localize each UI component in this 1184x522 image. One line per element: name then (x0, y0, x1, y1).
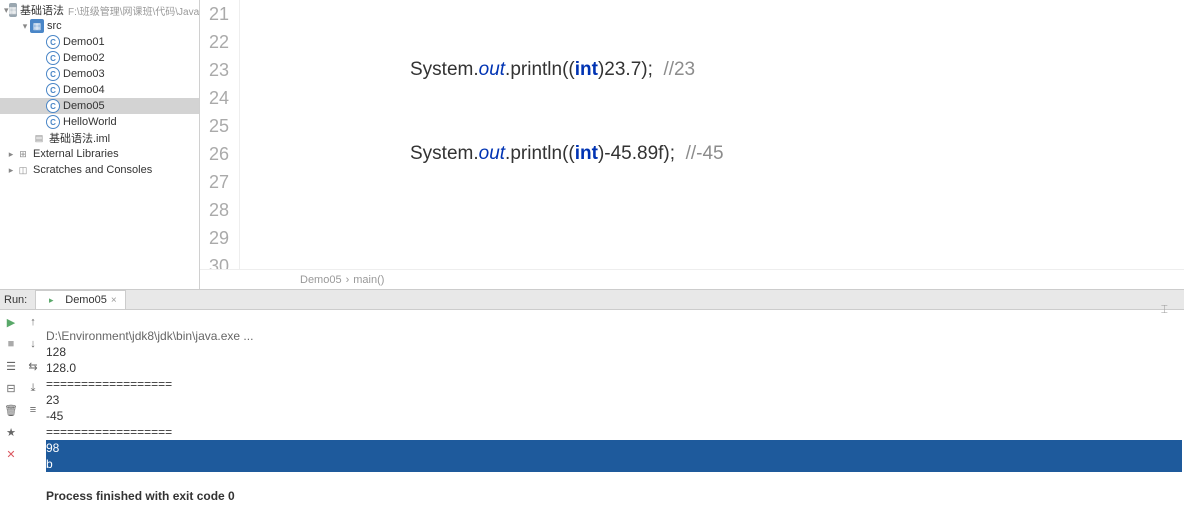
scroll-button[interactable]: ⤓ (25, 380, 41, 396)
line-number: 27 (200, 168, 229, 196)
project-path: F:\班级管理\网课班\代码\JavaSE\基础 (68, 3, 200, 18)
scratch-icon: ◫ (16, 163, 30, 177)
code-text: )23.7); (598, 59, 663, 80)
editor: 21 22 23 24 25 26 27 28 29 30 System.out… (200, 0, 1184, 289)
tree-item-demo02[interactable]: CDemo02 (0, 50, 199, 66)
run-tab-label: Demo05 (65, 294, 107, 306)
library-icon: ⊞ (16, 147, 30, 161)
breadcrumb-method[interactable]: main() (353, 274, 384, 286)
print-button[interactable]: 🗑 (3, 402, 19, 418)
console[interactable]: D:\Environment\jdk8\jdk\bin\java.exe ...… (44, 310, 1184, 522)
folder-icon: ▦ (9, 3, 18, 17)
tree-item-iml[interactable]: ▤基础语法.iml (0, 130, 199, 146)
line-number: 29 (200, 224, 229, 252)
run-toolbar: ▶ ■ ☰ ⊟ 🗑 ★ ✕ ↑ ↓ ⇆ ⤓ ≡ (0, 310, 44, 522)
rerun-button[interactable]: ▶ (3, 314, 19, 330)
line-number: 30 (200, 252, 229, 269)
text-cursor-icon: ⌶ (1161, 302, 1168, 317)
tree-item-demo05[interactable]: CDemo05 (0, 98, 199, 114)
run-label: Run: (4, 294, 27, 306)
stop-button[interactable]: ■ (3, 336, 19, 352)
project-label: 基础语法 (20, 2, 64, 18)
code-text: out (479, 143, 505, 164)
line-number: 28 (200, 196, 229, 224)
console-exit: Process finished with exit code 0 (46, 489, 235, 503)
console-line: ================== (46, 425, 172, 439)
code-text: .println(( (505, 143, 575, 164)
class-icon: C (46, 115, 60, 129)
code-text: )-45.89f); (598, 143, 686, 164)
chevron-right-icon: › (346, 274, 350, 286)
console-line: 128.0 (46, 361, 76, 375)
console-selected: 98 (46, 440, 1182, 456)
run-config-icon: ▸ (44, 293, 58, 307)
line-number: 24 (200, 84, 229, 112)
wrap-button[interactable]: ⇆ (25, 358, 41, 374)
tree-project[interactable]: ▾ ▦ 基础语法 F:\班级管理\网课班\代码\JavaSE\基础 (0, 2, 199, 18)
item-label: Demo04 (63, 84, 105, 96)
tree-item-helloworld[interactable]: CHelloWorld (0, 114, 199, 130)
console-line: -45 (46, 409, 63, 423)
item-label: Demo01 (63, 36, 105, 48)
code-body[interactable]: System.out.println((int)23.7); //23 Syst… (240, 0, 1184, 269)
layout-button[interactable]: ☰ (3, 358, 19, 374)
chevron-right-icon: ▸ (6, 149, 16, 160)
run-panel: Run: ▸ Demo05 × ▶ ■ ☰ ⊟ 🗑 ★ ✕ ↑ ↓ ⇆ ⤓ ≡ (0, 290, 1184, 520)
project-tree[interactable]: ▾ ▦ 基础语法 F:\班级管理\网课班\代码\JavaSE\基础 ▾ ▦ sr… (0, 0, 200, 289)
class-icon: C (46, 35, 60, 49)
console-line: 128 (46, 345, 66, 359)
console-line: ================== (46, 377, 172, 391)
breadcrumb[interactable]: Demo05 ›main() (200, 269, 1184, 289)
item-label: Demo02 (63, 52, 105, 64)
scratches-label: Scratches and Consoles (33, 164, 152, 176)
console-path: D:\Environment\jdk8\jdk\bin\java.exe ... (46, 329, 253, 343)
file-icon: ▤ (32, 131, 46, 145)
settings-button[interactable]: ★ (3, 424, 19, 440)
item-label: Demo03 (63, 68, 105, 80)
line-number: 22 (200, 28, 229, 56)
code-text: .println(( (505, 59, 575, 80)
code-text: out (479, 59, 505, 80)
line-number: 21 (200, 0, 229, 28)
class-icon: C (46, 83, 60, 97)
line-number: 26 (200, 140, 229, 168)
tree-item-demo01[interactable]: CDemo01 (0, 34, 199, 50)
console-selected: b (46, 456, 1182, 472)
iml-label: 基础语法.iml (49, 130, 110, 146)
item-label: Demo05 (63, 100, 105, 112)
ext-lib-label: External Libraries (33, 148, 119, 160)
console-line: 23 (46, 393, 59, 407)
gutter: 21 22 23 24 25 26 27 28 29 30 (200, 0, 240, 269)
code-text: System. (410, 59, 479, 80)
pin-button[interactable]: ⊟ (3, 380, 19, 396)
chevron-down-icon: ▾ (20, 21, 30, 32)
tree-scratches[interactable]: ▸◫Scratches and Consoles (0, 162, 199, 178)
run-header: Run: ▸ Demo05 × (0, 290, 1184, 310)
code-text: int (575, 143, 598, 164)
class-icon: C (46, 67, 60, 81)
line-number: 23 (200, 56, 229, 84)
up-button[interactable]: ↑ (25, 314, 41, 330)
chevron-right-icon: ▸ (6, 165, 16, 176)
down-button[interactable]: ↓ (25, 336, 41, 352)
code-text: System. (410, 143, 479, 164)
tree-src[interactable]: ▾ ▦ src (0, 18, 199, 34)
line-number: 25 (200, 112, 229, 140)
run-tab[interactable]: ▸ Demo05 × (35, 290, 125, 309)
tree-item-demo04[interactable]: CDemo04 (0, 82, 199, 98)
item-label: HelloWorld (63, 116, 117, 128)
clear-button[interactable]: ≡ (25, 402, 41, 418)
folder-icon: ▦ (30, 19, 44, 33)
tree-external-libraries[interactable]: ▸⊞External Libraries (0, 146, 199, 162)
src-label: src (47, 20, 62, 32)
code-text: //-45 (686, 143, 724, 164)
breadcrumb-class[interactable]: Demo05 (300, 274, 342, 286)
class-icon: C (46, 51, 60, 65)
exit-button[interactable]: ✕ (3, 446, 19, 462)
tree-item-demo03[interactable]: CDemo03 (0, 66, 199, 82)
code-text: //23 (663, 59, 695, 80)
close-icon[interactable]: × (111, 295, 117, 306)
code-text: int (575, 59, 598, 80)
class-icon: C (46, 99, 60, 113)
